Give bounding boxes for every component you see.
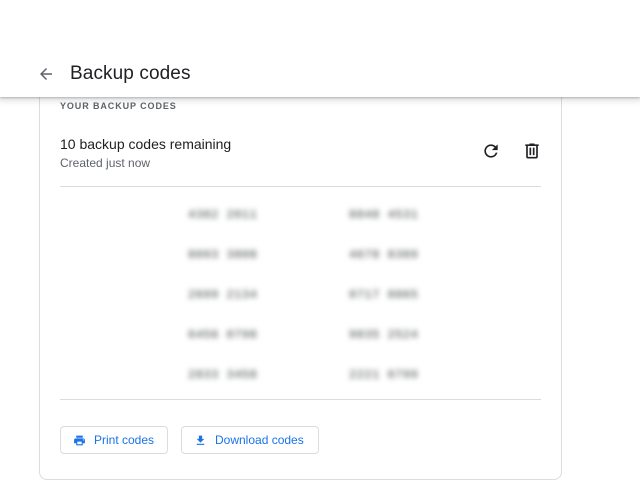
- divider-top: [60, 186, 541, 187]
- backup-codes-card: YOUR BACKUP CODES 10 backup codes remain…: [39, 82, 562, 480]
- backup-code: 8093 3808: [188, 248, 258, 262]
- trash-icon: [525, 143, 539, 159]
- page-title: Backup codes: [70, 63, 191, 84]
- backup-code: 8848 4531: [349, 208, 419, 222]
- download-codes-button[interactable]: Download codes: [181, 426, 319, 454]
- refresh-icon: [484, 144, 498, 158]
- back-button[interactable]: [34, 62, 58, 86]
- divider-bottom: [60, 399, 541, 400]
- delete-codes-button[interactable]: [518, 137, 546, 165]
- download-icon: [194, 434, 207, 447]
- backup-code: 6456 0798: [188, 328, 258, 342]
- backup-code: 0717 8865: [349, 288, 419, 302]
- print-codes-label: Print codes: [94, 433, 155, 447]
- backup-code: 2699 2134: [188, 288, 258, 302]
- download-codes-label: Download codes: [215, 433, 304, 447]
- backup-code: 2833 3458: [188, 368, 258, 382]
- backup-code: 4382 2011: [188, 208, 258, 222]
- created-timestamp: Created just now: [60, 156, 151, 170]
- section-label: YOUR BACKUP CODES: [60, 101, 177, 111]
- app-header: Backup codes: [0, 0, 640, 97]
- print-codes-button[interactable]: Print codes: [60, 426, 168, 454]
- codes-remaining-text: 10 backup codes remaining: [60, 136, 232, 152]
- backup-code: 2221 6799: [349, 368, 419, 382]
- arrow-left-icon: [40, 68, 52, 80]
- printer-icon: [73, 434, 86, 447]
- regenerate-codes-button[interactable]: [477, 137, 505, 165]
- backup-code: 4678 8389: [349, 248, 419, 262]
- backup-code: 9835 2524: [349, 328, 419, 342]
